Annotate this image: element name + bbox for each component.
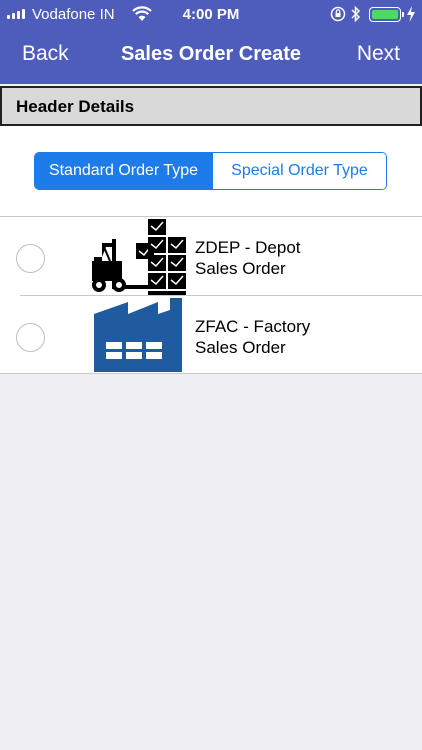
battery-tip [402,12,404,17]
next-button[interactable]: Next [357,42,400,66]
order-type-label: ZDEP - Depot Sales Order [195,237,395,279]
orientation-lock-icon [330,6,346,22]
status-bar: Vodafone IN 4:00 PM [0,0,422,28]
special-order-type-segment[interactable]: Special Order Type [212,153,386,189]
order-type-code: ZFAC - Factory [195,317,311,336]
order-type-label: ZFAC - Factory Sales Order [195,316,395,358]
charging-bolt-icon [407,6,415,22]
order-type-selector-area: Standard Order Type Special Order Type [0,126,422,216]
standard-order-type-segment[interactable]: Standard Order Type [35,153,212,189]
battery-level [372,10,398,19]
list-item-zdep[interactable]: ZDEP - Depot Sales Order [0,217,422,296]
radio-button-zdep[interactable] [16,244,45,273]
bluetooth-icon [351,5,361,23]
radio-button-zfac[interactable] [16,323,45,352]
order-type-code: ZDEP - Depot [195,238,301,257]
factory-icon [94,298,182,372]
forklift-pallets-icon [92,219,186,295]
section-title: Header Details [16,97,135,116]
order-type-segmented-control: Standard Order Type Special Order Type [34,152,387,190]
order-type-description: Sales Order [195,338,286,357]
navigation-bar: Vodafone IN 4:00 PM Back Sales Order Cre… [0,0,422,84]
list-item-zfac[interactable]: ZFAC - Factory Sales Order [0,296,422,375]
battery-icon [369,7,401,22]
order-type-list: ZDEP - Depot Sales Order ZFAC - Factory … [0,216,422,374]
header-details-section: Header Details [0,86,422,126]
order-type-description: Sales Order [195,259,286,278]
